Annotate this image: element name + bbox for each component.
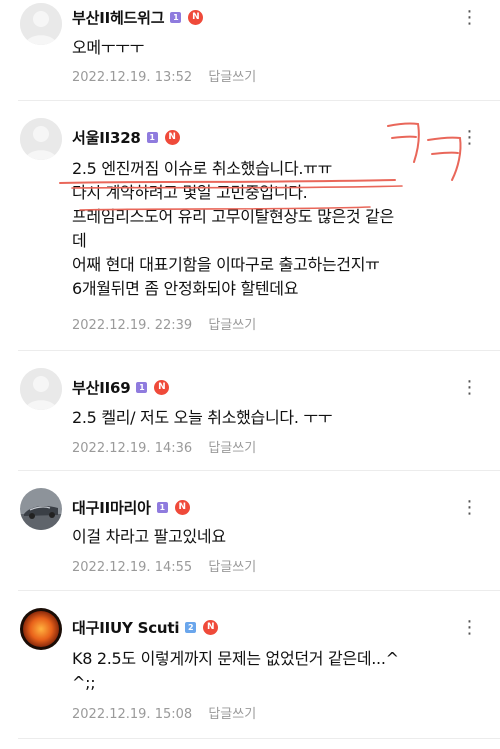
comment-meta: 2022.12.19. 14:36 답글쓰기 [72,437,256,456]
member-level-badge: 1 [146,131,158,143]
comment-text: 2.5 엔진꺼짐 이슈로 취소했습니다.ㅠㅠ 다시 계약하려고 몇일 고민중입니… [72,157,482,301]
more-options-icon[interactable]: ⋮ [461,498,479,518]
comment-line: 프레임리스도어 유리 고무이탈현상도 많은것 같은 [72,207,394,226]
comment-meta: 2022.12.19. 13:52 답글쓰기 [72,66,256,85]
reply-button[interactable]: 답글쓰기 [208,707,256,722]
comment-header: 서울II328 1 N [72,126,180,148]
comment-text: 2.5 켈리/ 저도 오늘 취소했습니다. ㅜㅜ [72,406,482,430]
comment-line: 6개월뒤면 좀 안정화되야 할텐데요 [72,279,299,298]
default-person-icon [20,368,62,410]
author-nickname[interactable]: 대구IIUY Scuti [72,617,180,638]
more-options-icon[interactable]: ⋮ [461,128,479,148]
member-level-badge: 1 [136,381,148,393]
divider [18,470,500,471]
avatar[interactable] [20,118,62,160]
new-badge: N [164,129,180,145]
author-nickname[interactable]: 서울II328 [72,127,141,148]
comment-date: 2022.12.19. 22:39 [72,318,193,333]
reply-button[interactable]: 답글쓰기 [208,441,256,456]
comment-date: 2022.12.19. 14:55 [72,560,193,575]
comment-line: 이걸 차라고 팔고있네요 [72,527,226,546]
new-badge: N [174,499,190,515]
comment-header: 대구IIUY Scuti 2 N [72,616,219,638]
new-badge: N [188,9,204,25]
comment-date: 2022.12.19. 14:36 [72,441,193,456]
member-level-badge: 1 [170,11,182,23]
comment-text: 이걸 차라고 팔고있네요 [72,525,482,549]
comment-line: K8 2.5도 이렇게까지 문제는 없었던거 같은데...^ [72,649,399,668]
car-photo-avatar [20,488,62,530]
comment-line: 오메ㅜㅜㅜ [72,38,145,57]
reply-button[interactable]: 답글쓰기 [208,560,256,575]
member-level-badge: 1 [156,501,168,513]
comment-text: K8 2.5도 이렇게까지 문제는 없었던거 같은데...^ ^;; [72,647,482,695]
divider [18,100,500,101]
avatar[interactable] [20,488,62,530]
comment-line: ^;; [72,673,96,692]
divider [18,738,500,739]
author-nickname[interactable]: 부산II헤드위그 [72,7,165,28]
reply-button[interactable]: 답글쓰기 [208,70,256,85]
more-options-icon[interactable]: ⋮ [461,618,479,638]
avatar[interactable] [20,3,62,45]
comment-line: 다시 계약하려고 몇일 고민중입니다. [72,183,308,202]
reply-button[interactable]: 답글쓰기 [208,318,256,333]
sun-photo-avatar [20,608,62,650]
avatar[interactable] [20,608,62,650]
comment-date: 2022.12.19. 13:52 [72,70,193,85]
author-nickname[interactable]: 부산II69 [72,377,131,398]
default-person-icon [20,3,62,45]
comment-meta: 2022.12.19. 22:39 답글쓰기 [72,314,256,333]
comment-meta: 2022.12.19. 14:55 답글쓰기 [72,556,256,575]
comment-date: 2022.12.19. 15:08 [72,707,193,722]
comment-header: 부산II헤드위그 1 N [72,6,204,28]
comment-header: 부산II69 1 N [72,376,170,398]
more-options-icon[interactable]: ⋮ [461,8,479,28]
divider [18,590,500,591]
default-person-icon [20,118,62,160]
comment-line: 데 [72,231,87,250]
comment-header: 대구II마리아 1 N [72,496,190,518]
comment-meta: 2022.12.19. 15:08 답글쓰기 [72,703,256,722]
new-badge: N [203,619,219,635]
avatar[interactable] [20,368,62,410]
more-options-icon[interactable]: ⋮ [461,378,479,398]
comment-line: 어째 현대 대표기함을 이따구로 출고하는건지ㅠ [72,255,380,274]
comment-line: 2.5 켈리/ 저도 오늘 취소했습니다. ㅜㅜ [72,408,333,427]
comment-line: 2.5 엔진꺼짐 이슈로 취소했습니다.ㅠㅠ [72,159,332,178]
comment-text: 오메ㅜㅜㅜ [72,36,482,60]
divider [18,350,500,351]
author-nickname[interactable]: 대구II마리아 [72,497,151,518]
new-badge: N [154,379,170,395]
member-level-badge: 2 [185,621,197,633]
